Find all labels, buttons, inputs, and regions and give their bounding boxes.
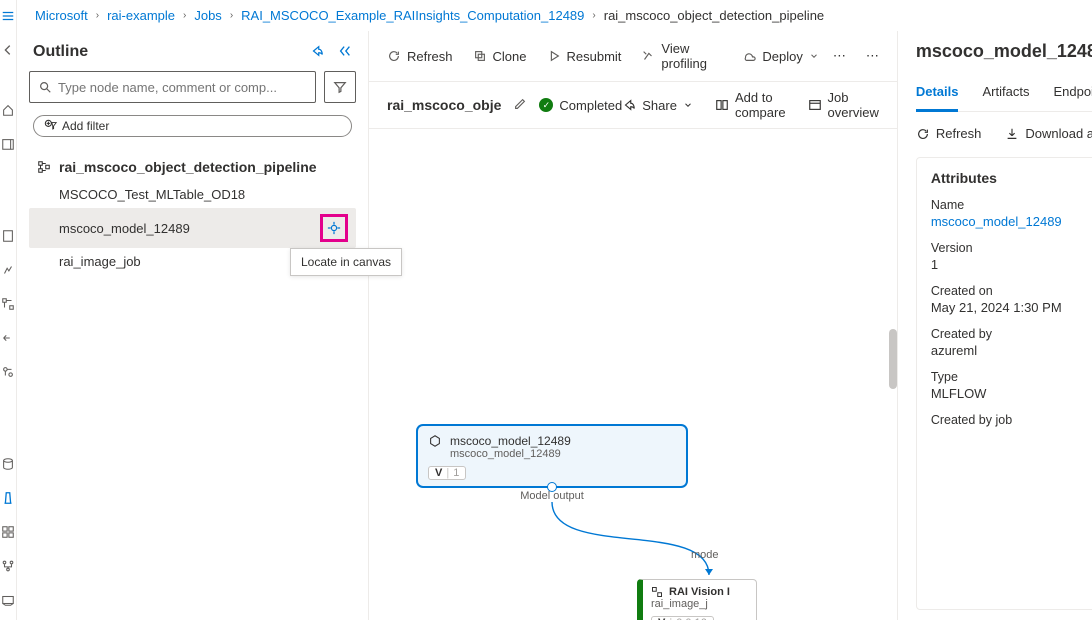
environments-icon[interactable]: [0, 592, 16, 608]
data-icon[interactable]: [0, 456, 16, 472]
outline-panel: Outline Add filter: [17, 31, 369, 620]
outline-tree: rai_mscoco_object_detection_pipeline MSC…: [29, 153, 356, 275]
crumb-project[interactable]: rai-example: [107, 8, 175, 23]
tab-artifacts[interactable]: Artifacts: [982, 78, 1029, 111]
canvas-edge: [549, 499, 749, 581]
filter-button[interactable]: [324, 71, 356, 103]
share-button[interactable]: Share: [622, 98, 693, 113]
view-profiling-button[interactable]: View profiling: [641, 41, 722, 71]
jobs-icon[interactable]: [0, 490, 16, 506]
pipelines-icon[interactable]: [0, 558, 16, 574]
refresh-button[interactable]: Refresh: [387, 49, 453, 64]
outline-title: Outline: [33, 43, 88, 61]
locate-in-canvas-button[interactable]: [320, 214, 348, 242]
download-all-button[interactable]: Download all: [1005, 126, 1092, 141]
attr-name-link[interactable]: mscoco_model_12489: [931, 214, 1092, 229]
details-refresh-button[interactable]: Refresh: [916, 126, 982, 141]
port-label: Model output: [520, 490, 584, 502]
tab-details[interactable]: Details: [916, 78, 959, 112]
locate-tooltip: Locate in canvas: [290, 248, 402, 276]
job-title: rai_mscoco_obje: [387, 97, 501, 113]
tree-item-selected[interactable]: mscoco_model_12489 Locate in canvas: [29, 208, 356, 248]
add-to-compare-button[interactable]: Add to compare: [715, 90, 786, 120]
toolbar-more-icon[interactable]: ⋯: [833, 48, 846, 64]
job-toolbar: Refresh Clone Resubmit View profiling De…: [369, 31, 897, 82]
outline-search-input[interactable]: [29, 71, 316, 103]
canvas-node-model[interactable]: mscoco_model_12489 mscoco_model_12489 V|…: [417, 425, 687, 487]
details-tabs: Details Artifacts Endpoints ⋯: [916, 78, 1092, 112]
prompt-flow-icon[interactable]: [0, 330, 16, 346]
crumb-experiment[interactable]: RAI_MSCOCO_Example_RAIInsights_Computati…: [241, 8, 584, 23]
back-icon[interactable]: [0, 42, 16, 58]
tracking-icon[interactable]: [0, 364, 16, 380]
panel-more-icon[interactable]: ⋯: [866, 48, 879, 64]
crumb-workspace[interactable]: Microsoft: [35, 8, 88, 23]
resubmit-button[interactable]: Resubmit: [547, 49, 622, 64]
job-overview-button[interactable]: Job overview: [808, 90, 879, 120]
collapse-panel-icon[interactable]: [338, 44, 352, 61]
breadcrumb: Microsoft› rai-example› Jobs› RAI_MSCOCO…: [17, 0, 1092, 31]
left-navigation-rail: [0, 0, 17, 620]
home-icon[interactable]: [0, 102, 16, 118]
scroll-indicator: [889, 329, 897, 389]
automl-icon[interactable]: [0, 262, 16, 278]
add-filter-button[interactable]: Add filter: [33, 115, 352, 137]
job-subbar: rai_mscoco_obje ✓Completed Share Add to …: [369, 82, 897, 129]
tab-endpoints[interactable]: Endpoints: [1053, 78, 1092, 111]
components-icon[interactable]: [0, 524, 16, 540]
pipeline-canvas[interactable]: mscoco_model_12489 mscoco_model_12489 V|…: [369, 129, 897, 620]
attributes-heading: Attributes: [931, 170, 1092, 186]
deploy-button[interactable]: Deploy: [742, 49, 818, 64]
edge-label: mode: [691, 549, 719, 561]
crumb-current: rai_mscoco_object_detection_pipeline: [604, 8, 824, 23]
model-catalog-icon[interactable]: [0, 136, 16, 152]
job-status: ✓Completed: [539, 98, 622, 113]
tree-item[interactable]: MSCOCO_Test_MLTable_OD18: [29, 181, 356, 208]
notebooks-icon[interactable]: [0, 228, 16, 244]
designer-icon[interactable]: [0, 296, 16, 312]
menu-icon[interactable]: [0, 8, 16, 24]
details-title: mscoco_model_12489: [916, 41, 1092, 62]
details-panel: mscoco_model_12489 Details Artifacts End…: [898, 31, 1092, 620]
clone-button[interactable]: Clone: [473, 49, 527, 64]
attributes-card: Attributes Namemscoco_model_12489 Versio…: [916, 157, 1092, 610]
tree-root[interactable]: rai_mscoco_object_detection_pipeline: [29, 153, 356, 181]
share-outline-icon[interactable]: [310, 44, 324, 61]
edit-title-icon[interactable]: [513, 97, 527, 114]
crumb-jobs[interactable]: Jobs: [194, 8, 221, 23]
canvas-node-rai[interactable]: RAI Vision I rai_image_j V|0.0.16: [637, 579, 757, 620]
search-field[interactable]: [58, 80, 307, 95]
